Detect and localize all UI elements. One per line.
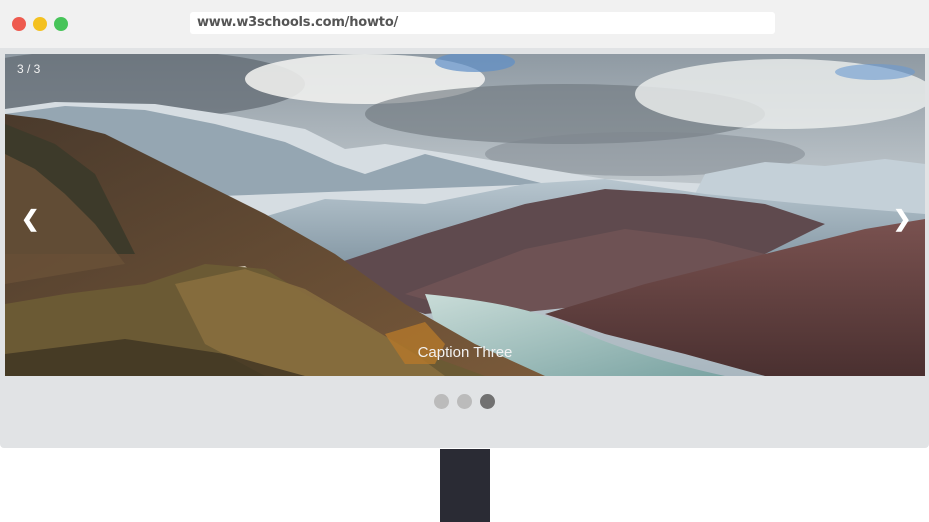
mountain-landscape-image <box>5 54 925 376</box>
slide-indicator-2[interactable] <box>457 394 472 409</box>
address-bar[interactable]: www.w3schools.com/howto/ <box>190 12 775 34</box>
maximize-window-button[interactable] <box>54 17 68 31</box>
close-window-button[interactable] <box>12 17 26 31</box>
slide-caption: Caption Three <box>417 344 513 361</box>
monitor-stand <box>440 449 490 522</box>
address-bar-url: www.w3schools.com/howto/ <box>197 15 399 30</box>
slide-indicator-3[interactable] <box>480 394 495 409</box>
slide-counter: 3 / 3 <box>17 62 41 76</box>
browser-titlebar: www.w3schools.com/howto/ <box>0 0 929 48</box>
monitor-frame: www.w3schools.com/howto/ 3 / 3 ❮ ❯ Capti… <box>0 0 929 448</box>
slideshow-slide: 3 / 3 ❮ ❯ Caption Three <box>5 54 925 376</box>
next-slide-button[interactable]: ❯ <box>893 204 911 234</box>
minimize-window-button[interactable] <box>33 17 47 31</box>
prev-slide-button[interactable]: ❮ <box>21 204 39 234</box>
slide-indicator-1[interactable] <box>434 394 449 409</box>
